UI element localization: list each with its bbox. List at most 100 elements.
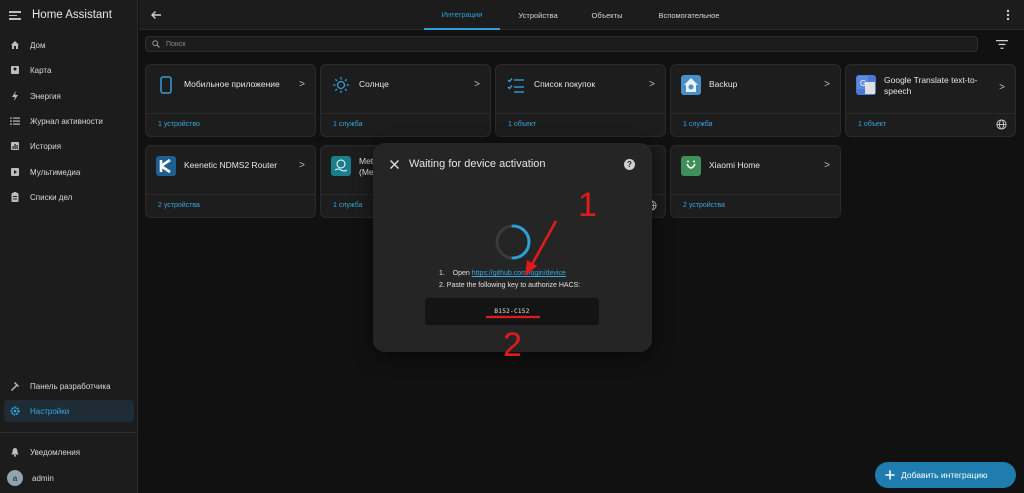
chevron-right-icon: > [649, 79, 655, 90]
integration-card-shopping-list[interactable]: Список покупок > 1 объект [495, 64, 666, 137]
search-input[interactable]: Поиск [145, 36, 978, 52]
step-text: Open [452, 270, 470, 277]
integration-card-google-translate[interactable]: G Google Translate text-to-speech > 1 об… [845, 64, 1016, 137]
search-placeholder: Поиск [166, 40, 186, 48]
sidebar-item-label: Настройки [30, 406, 70, 416]
integration-card-keenetic[interactable]: Keenetic NDMS2 Router > 2 устройства [145, 145, 316, 218]
card-link[interactable]: 1 объект [508, 121, 536, 128]
sidebar-item-label: Списки дел [30, 192, 73, 202]
chevron-right-icon: > [299, 160, 305, 171]
sidebar-item-label: Журнал активности [30, 116, 103, 126]
gear-icon [10, 406, 20, 416]
met-logo-icon [331, 156, 351, 176]
device-activation-dialog: Waiting for device activation ? 1. Open … [373, 143, 652, 352]
sidebar-item-user[interactable]: a admin [4, 467, 134, 489]
loading-spinner [495, 224, 531, 260]
card-divider [846, 113, 1015, 114]
lightning-icon [10, 91, 20, 101]
sidebar-item-settings[interactable]: Настройки [4, 400, 134, 422]
sidebar-item-label: Панель разработчика [30, 381, 111, 391]
sidebar-divider [0, 432, 138, 433]
card-title: Солнце [359, 79, 389, 89]
avatar: a [7, 470, 23, 486]
chevron-right-icon: > [824, 79, 830, 90]
card-divider [321, 113, 490, 114]
step-number: 1. [439, 270, 445, 277]
app-title: Home Assistant [32, 9, 112, 21]
clipboard-icon [10, 192, 20, 202]
card-title: Google Translate text-to-speech [884, 75, 978, 96]
instruction-step-2: 2. Paste the following key to authorize … [439, 282, 581, 289]
card-link[interactable]: 1 объект [858, 121, 886, 128]
hammer-icon [10, 381, 20, 391]
card-title: Мобильное приложение [184, 79, 280, 89]
chevron-right-icon: > [999, 82, 1005, 93]
plus-icon [885, 470, 895, 480]
chevron-right-icon: > [299, 79, 305, 90]
sidebar-item-todo[interactable]: Списки дел [4, 186, 134, 208]
chevron-right-icon: > [824, 160, 830, 171]
integration-card-backup[interactable]: Backup > 1 служба [670, 64, 841, 137]
top-bar: Интеграции Устройства Объекты Вспомогате… [139, 0, 1024, 30]
bell-icon [10, 447, 20, 457]
activation-code[interactable]: B152-C152 [425, 298, 599, 325]
menu-collapse-icon[interactable] [9, 10, 21, 20]
backup-house-icon [681, 75, 701, 95]
card-link[interactable]: 1 устройство [158, 121, 200, 128]
globe-icon [996, 119, 1007, 130]
sidebar-item-logbook[interactable]: Журнал активности [4, 110, 134, 132]
checklist-icon [506, 75, 526, 95]
integration-card-sun[interactable]: Солнце > 1 служба [320, 64, 491, 137]
card-link[interactable]: 1 служба [333, 121, 363, 128]
mobile-phone-icon [156, 75, 176, 95]
xiaomi-home-icon [681, 156, 701, 176]
sidebar-item-label: Уведомления [30, 447, 81, 457]
sidebar-item-map[interactable]: Карта [4, 59, 134, 81]
svg-text:G: G [860, 79, 866, 88]
tab-helpers[interactable]: Вспомогательное [644, 0, 734, 30]
tab-devices[interactable]: Устройства [506, 0, 570, 30]
card-link[interactable]: 1 служба [683, 121, 713, 128]
sidebar: Home Assistant Дом Карта Энергия Журнал … [0, 0, 138, 493]
card-divider [146, 194, 315, 195]
card-title-line2: (Me [359, 167, 374, 177]
sidebar-item-label: Карта [30, 65, 52, 75]
sun-icon [331, 75, 351, 95]
sidebar-item-developer-tools[interactable]: Панель разработчика [4, 375, 134, 397]
integration-card-mobile-app[interactable]: Мобильное приложение > 1 устройство [145, 64, 316, 137]
integration-card-xiaomi-home[interactable]: Xiaomi Home > 2 устройства [670, 145, 841, 218]
card-divider [496, 113, 665, 114]
search-icon [152, 40, 160, 48]
more-menu-icon[interactable] [1006, 9, 1010, 21]
sidebar-item-label: История [30, 141, 62, 151]
map-icon [10, 65, 20, 75]
instruction-step-1: 1. Open https://github.com/login/device [439, 270, 566, 277]
sidebar-item-energy[interactable]: Энергия [4, 85, 134, 107]
chevron-right-icon: > [474, 79, 480, 90]
chart-icon [10, 141, 20, 151]
sidebar-item-media[interactable]: Мультимедиа [4, 161, 134, 183]
user-name: admin [32, 473, 54, 483]
tab-entities[interactable]: Объекты [579, 0, 635, 30]
close-icon[interactable] [389, 159, 400, 170]
sidebar-header: Home Assistant [0, 0, 137, 30]
card-link[interactable]: 1 служба [333, 202, 363, 209]
card-link[interactable]: 2 устройства [683, 202, 725, 209]
tab-integrations[interactable]: Интеграции [424, 0, 500, 30]
filter-icon[interactable] [996, 40, 1008, 49]
sidebar-item-label: Энергия [30, 91, 61, 101]
sidebar-item-history[interactable]: История [4, 135, 134, 157]
back-arrow-icon[interactable] [149, 8, 163, 22]
card-title: Xiaomi Home [709, 160, 761, 170]
keenetic-logo-icon [156, 156, 176, 176]
help-icon[interactable]: ? [624, 159, 635, 170]
add-integration-button[interactable]: Добавить интеграцию [875, 462, 1016, 488]
media-icon [10, 167, 20, 177]
card-title: Список покупок [534, 79, 596, 89]
github-device-link[interactable]: https://github.com/login/device [472, 270, 566, 277]
card-title: Backup [709, 79, 738, 89]
card-divider [671, 194, 840, 195]
sidebar-item-notifications[interactable]: Уведомления [4, 441, 134, 463]
sidebar-item-home[interactable]: Дом [4, 34, 134, 56]
card-link[interactable]: 2 устройства [158, 202, 200, 209]
